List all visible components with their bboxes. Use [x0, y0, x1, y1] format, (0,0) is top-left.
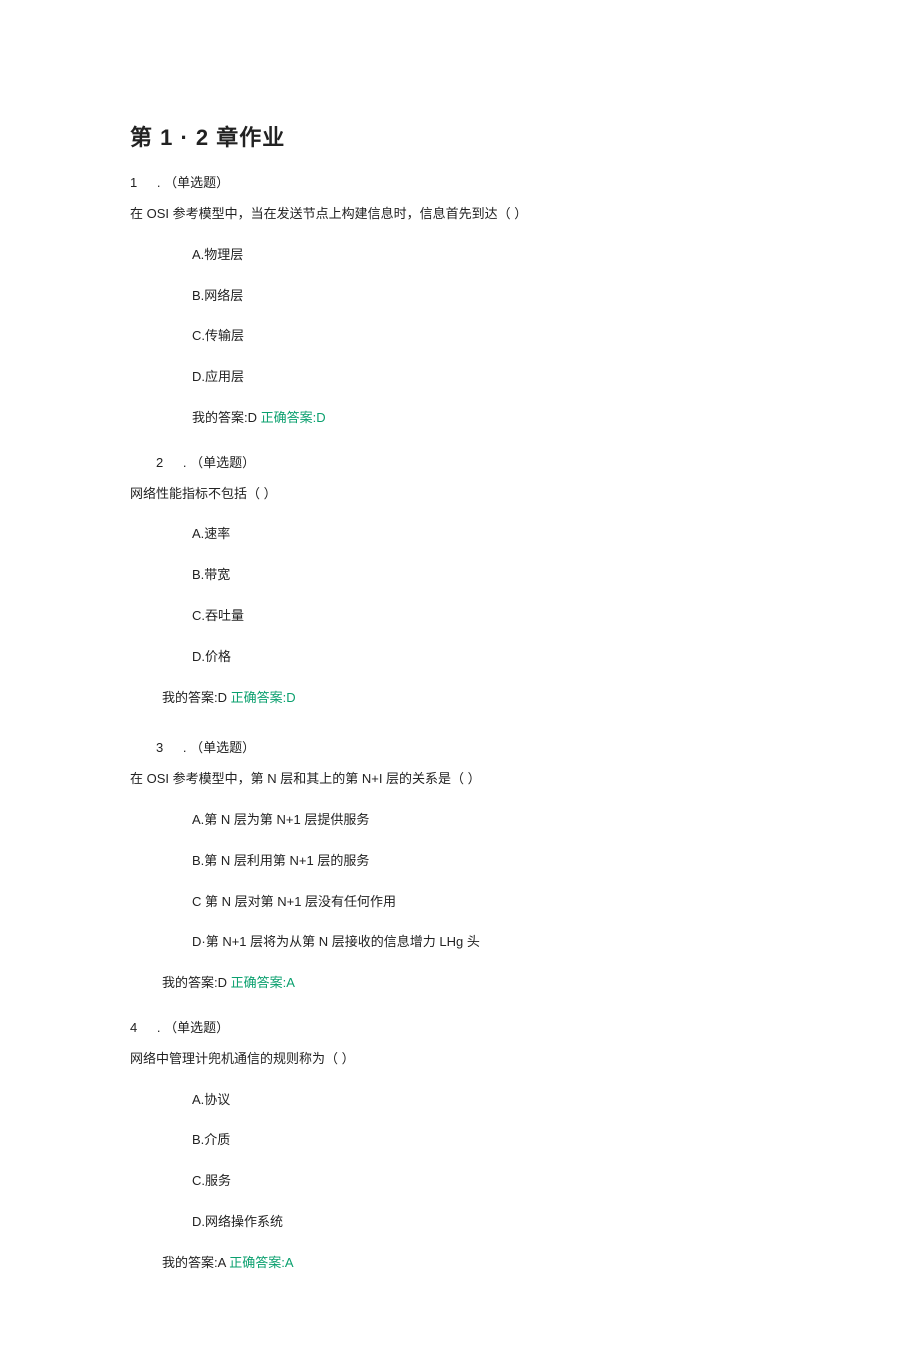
- option-b: B.带宽: [192, 565, 790, 586]
- answer-row: 我的答案:D 正确答案:D: [130, 688, 790, 709]
- question-number: 4: [130, 1018, 137, 1039]
- option-c: C 第 N 层对第 N+1 层没有任何作用: [192, 892, 790, 913]
- options-group: A.协议 B.介质 C.服务 D.网络操作系统: [130, 1090, 790, 1233]
- question-type: . （单选题）: [157, 1018, 229, 1039]
- question-type-text: （单选题）: [164, 1020, 229, 1035]
- answer-row: 我的答案:A 正确答案:A: [130, 1253, 790, 1274]
- correct-answer-label: 正确答案:D: [261, 410, 326, 425]
- correct-answer-label: 正确答案:A: [229, 1255, 293, 1270]
- my-answer-label: 我的答案:D: [162, 975, 227, 990]
- question-header: 1 . （单选题）: [130, 173, 790, 194]
- options-group: A.物理层 B.网络层 C.传输层 D.应用层: [130, 245, 790, 388]
- option-b: B.网络层: [192, 286, 790, 307]
- correct-answer-label: 正确答案:A: [231, 975, 295, 990]
- question-stem: 在 OSI 参考模型中，当在发送节点上构建信息时，信息首先到达（ ）: [130, 204, 790, 225]
- option-d: D.价格: [192, 647, 790, 668]
- options-group: A.速率 B.带宽 C.吞吐量 D.价格: [130, 524, 790, 667]
- correct-answer-text: 正确答案:D: [261, 410, 326, 425]
- question-type-text: （单选题）: [164, 175, 229, 190]
- correct-answer-text: 正确答案:A: [229, 1255, 293, 1270]
- answer-row: 我的答案:D 正确答案:A: [130, 973, 790, 994]
- option-a: A.协议: [192, 1090, 790, 1111]
- my-answer-label: 我的答案:A: [162, 1255, 226, 1270]
- question-header: 2 . （单选题）: [130, 453, 790, 474]
- option-c: C.传输层: [192, 326, 790, 347]
- question-stem: 网络中管理计兜机通信的规则称为（ ）: [130, 1049, 790, 1070]
- correct-answer-label: 正确答案:D: [231, 690, 296, 705]
- my-answer-label: 我的答案:D: [192, 410, 257, 425]
- correct-answer-text: 正确答案:A: [231, 975, 295, 990]
- question-type: . （单选题）: [157, 173, 229, 194]
- question-stem: 网络性能指标不包括（ ）: [130, 484, 790, 505]
- option-a: A.第 N 层为第 N+1 层提供服务: [192, 810, 790, 831]
- options-group: A.第 N 层为第 N+1 层提供服务 B.第 N 层利用第 N+1 层的服务 …: [130, 810, 790, 953]
- answer-row: 我的答案:D 正确答案:D: [130, 408, 790, 429]
- my-answer-label: 我的答案:D: [162, 690, 227, 705]
- option-d: D.网络操作系统: [192, 1212, 790, 1233]
- question-type-text: （单选题）: [190, 455, 255, 470]
- question-type: . （单选题）: [183, 453, 255, 474]
- question-header: 3 . （单选题）: [130, 738, 790, 759]
- question-stem: 在 OSI 参考模型中，第 N 层和其上的第 N+I 层的关系是（ ）: [130, 769, 790, 790]
- option-b: B.第 N 层利用第 N+1 层的服务: [192, 851, 790, 872]
- option-a: A.速率: [192, 524, 790, 545]
- question-number: 3: [156, 738, 163, 759]
- question-type-text: （单选题）: [190, 740, 255, 755]
- question-number: 2: [156, 453, 163, 474]
- page-title: 第 1 · 2 章作业: [130, 120, 790, 155]
- question-type: . （单选题）: [183, 738, 255, 759]
- option-d: D.应用层: [192, 367, 790, 388]
- option-c: C.服务: [192, 1171, 790, 1192]
- option-d: D·第 N+1 层将为从第 N 层接收的信息增力 LHg 头: [192, 932, 790, 953]
- question-header: 4 . （单选题）: [130, 1018, 790, 1039]
- option-c: C.吞吐量: [192, 606, 790, 627]
- option-b: B.介质: [192, 1130, 790, 1151]
- option-a: A.物理层: [192, 245, 790, 266]
- correct-answer-text: 正确答案:D: [231, 690, 296, 705]
- question-number: 1: [130, 173, 137, 194]
